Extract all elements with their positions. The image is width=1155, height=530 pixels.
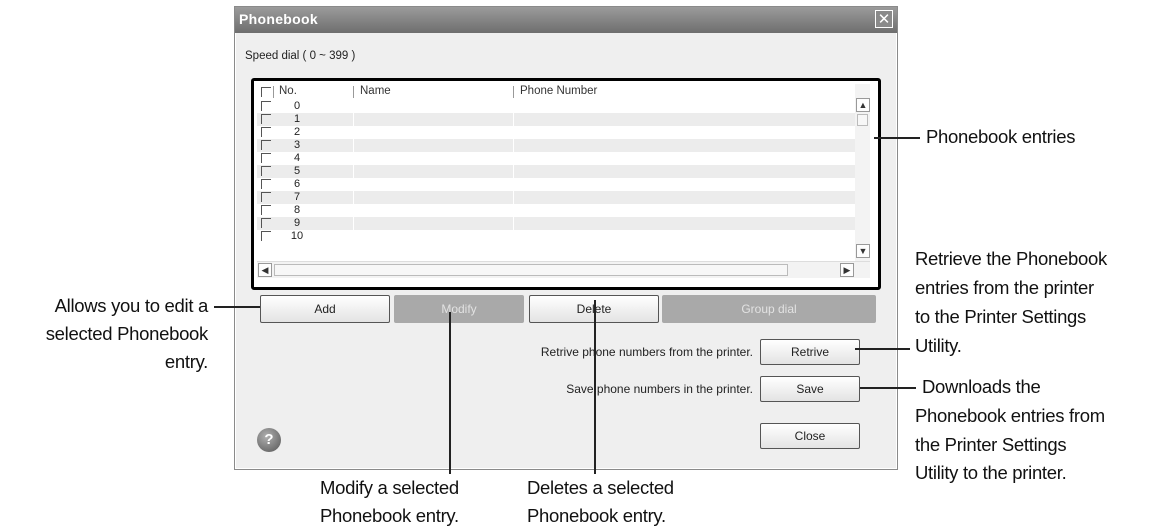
callout-line-add — [214, 306, 260, 308]
group-dial-button[interactable]: Group dial — [662, 295, 876, 323]
scroll-down-icon[interactable]: ▼ — [856, 244, 870, 258]
select-all-checkbox[interactable] — [261, 87, 271, 97]
row-checkbox[interactable] — [261, 205, 271, 215]
callout-retrieve-line1: Retrieve the Phonebook — [915, 248, 1107, 269]
retrieve-button[interactable]: Retrive — [760, 339, 860, 365]
callout-deletes-line2: Phonebook entry. — [527, 505, 666, 526]
callout-modify-line1: Modify a selected — [320, 477, 459, 498]
table-row[interactable]: 1 — [257, 113, 855, 126]
row-checkbox[interactable] — [261, 179, 271, 189]
callout-modify-line2: Phonebook entry. — [320, 505, 459, 526]
column-header-no[interactable]: No. — [279, 85, 297, 97]
close-window-button[interactable]: ✕ — [875, 10, 893, 28]
phonebook-entries-frame: No. Name Phone Number 0 1 2 3 4 5 6 7 8 9 10 ▲ ▼ ◀… — [251, 78, 881, 290]
table-row[interactable]: 7 — [257, 191, 855, 204]
horizontal-scroll-thumb[interactable] — [274, 264, 788, 276]
horizontal-scrollbar[interactable]: ◀ ▶ — [257, 261, 870, 278]
row-checkbox[interactable] — [261, 127, 271, 137]
row-number: 1 — [293, 113, 301, 125]
list-header: No. Name Phone Number — [257, 84, 855, 100]
row-checkbox[interactable] — [261, 218, 271, 228]
table-row[interactable]: 4 — [257, 152, 855, 165]
row-number: 7 — [293, 191, 301, 203]
callout-downloads-line2: Phonebook entries from — [915, 405, 1105, 426]
row-checkbox[interactable] — [261, 114, 271, 124]
table-row[interactable]: 5 — [257, 165, 855, 178]
callout-line-modify — [449, 312, 451, 474]
speed-dial-label: Speed dial ( 0 ~ 399 ) — [245, 50, 356, 62]
row-number: 5 — [293, 165, 301, 177]
callout-downloads-line1: Downloads the — [922, 376, 1041, 397]
column-header-name[interactable]: Name — [360, 85, 391, 97]
scroll-up-icon[interactable]: ▲ — [856, 98, 870, 112]
column-divider — [353, 100, 354, 261]
callout-line-retrieve — [855, 348, 910, 350]
callout-phonebook-entries: Phonebook entries — [926, 126, 1076, 147]
window-title: Phonebook — [239, 11, 318, 27]
callout-line-save — [860, 387, 916, 389]
column-header-phone-number[interactable]: Phone Number — [520, 85, 597, 97]
table-row[interactable]: 2 — [257, 126, 855, 139]
save-button[interactable]: Save — [760, 376, 860, 402]
close-button[interactable]: Close — [760, 423, 860, 449]
table-row[interactable]: 3 — [257, 139, 855, 152]
callout-line-entries — [874, 137, 920, 139]
row-checkbox[interactable] — [261, 231, 271, 241]
callout-allows-line2: selected Phonebook — [45, 323, 209, 344]
row-number: 3 — [293, 139, 301, 151]
help-icon[interactable]: ? — [257, 428, 281, 452]
table-row[interactable]: 8 — [257, 204, 855, 217]
vertical-scroll-thumb[interactable] — [857, 114, 868, 126]
callout-downloads-line3: the Printer Settings — [915, 434, 1067, 455]
header-separator — [273, 86, 274, 98]
row-checkbox[interactable] — [261, 166, 271, 176]
column-divider — [513, 100, 514, 261]
row-number: 0 — [293, 100, 301, 112]
row-number: 9 — [293, 217, 301, 229]
callout-retrieve-line2: entries from the printer — [915, 277, 1094, 298]
scroll-right-icon[interactable]: ▶ — [840, 263, 854, 277]
title-bar[interactable]: Phonebook ✕ — [235, 7, 897, 33]
scroll-left-icon[interactable]: ◀ — [258, 263, 272, 277]
vertical-scrollbar[interactable]: ▲ ▼ — [855, 84, 870, 261]
row-number: 4 — [293, 152, 301, 164]
header-separator — [353, 86, 354, 98]
row-checkbox[interactable] — [261, 101, 271, 111]
modify-button[interactable]: Modify — [394, 295, 524, 323]
table-row[interactable]: 9 — [257, 217, 855, 230]
callout-retrieve-line3: to the Printer Settings — [915, 306, 1087, 327]
table-row[interactable]: 0 — [257, 100, 855, 113]
table-row[interactable]: 6 — [257, 178, 855, 191]
phonebook-window: Phonebook ✕ Speed dial ( 0 ~ 399 ) No. N… — [234, 6, 898, 470]
row-number: 8 — [293, 204, 301, 216]
row-checkbox[interactable] — [261, 140, 271, 150]
row-checkbox[interactable] — [261, 192, 271, 202]
row-number: 2 — [293, 126, 301, 138]
row-number: 6 — [293, 178, 301, 190]
callout-downloads-line4: Utility to the printer. — [915, 462, 1067, 483]
callout-allows-line3: entry. — [164, 351, 208, 372]
add-button[interactable]: Add — [260, 295, 390, 323]
callout-line-delete — [594, 300, 596, 474]
header-separator — [513, 86, 514, 98]
row-number: 10 — [290, 230, 304, 242]
phonebook-list[interactable]: No. Name Phone Number 0 1 2 3 4 5 6 7 8 9 10 — [257, 84, 855, 261]
callout-allows-line1: Allows you to edit a — [54, 295, 209, 316]
table-row[interactable]: 10 — [257, 230, 855, 243]
callout-deletes-line1: Deletes a selected — [527, 477, 674, 498]
row-checkbox[interactable] — [261, 153, 271, 163]
callout-retrieve-line4: Utility. — [915, 335, 962, 356]
